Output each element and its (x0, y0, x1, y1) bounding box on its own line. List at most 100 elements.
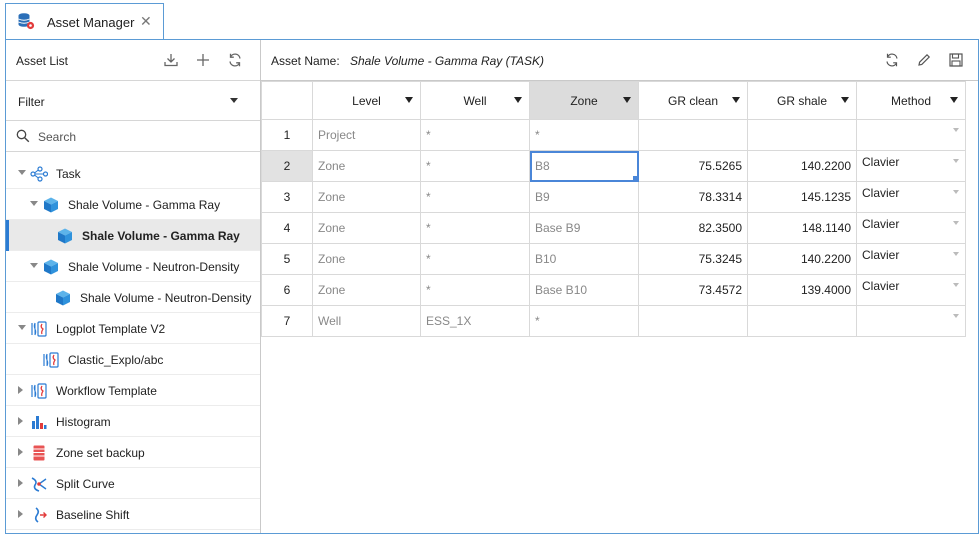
chevron-right-icon[interactable] (18, 510, 23, 518)
cell-gr-clean[interactable]: 73.4572 (638, 274, 748, 306)
cell-zone[interactable]: * (529, 119, 639, 151)
table-row[interactable]: 7 Well ESS_1X * (261, 305, 966, 337)
cell-well[interactable]: * (420, 274, 530, 306)
cell-level[interactable]: Zone (312, 243, 421, 275)
cell-level[interactable]: Project (312, 119, 421, 151)
chevron-down-icon[interactable] (514, 97, 522, 103)
cell-method[interactable] (856, 305, 966, 337)
tree-item[interactable]: Baseline Shift (6, 499, 260, 530)
column-header-level[interactable]: Level (312, 81, 421, 120)
cell-well[interactable]: ESS_1X (420, 305, 530, 337)
refresh-icon[interactable] (884, 52, 900, 68)
tree-item[interactable]: Shale Volume - Gamma Ray (6, 220, 260, 251)
cell-zone[interactable]: B10 (529, 243, 639, 275)
tree-item[interactable]: Zone set backup (6, 437, 260, 468)
search-input[interactable] (38, 127, 253, 147)
tree-item[interactable]: Shale Volume - Neutron-Density (6, 251, 260, 282)
tree-item[interactable]: Histogram (6, 406, 260, 437)
chevron-down-icon[interactable] (953, 252, 959, 256)
cell-level[interactable]: Zone (312, 212, 421, 244)
chevron-down-icon[interactable] (953, 159, 959, 163)
chevron-down-icon[interactable] (953, 128, 959, 132)
chevron-right-icon[interactable] (18, 479, 23, 487)
cell-well[interactable]: * (420, 150, 530, 182)
cell-method[interactable]: Clavier (856, 181, 966, 213)
refresh-icon[interactable] (226, 51, 244, 69)
cell-zone[interactable]: B8 (529, 150, 639, 182)
cell-gr-shale[interactable] (747, 305, 857, 337)
chevron-right-icon[interactable] (18, 448, 23, 456)
chevron-right-icon[interactable] (18, 417, 23, 425)
chevron-down-icon[interactable] (953, 221, 959, 225)
column-header-gr-clean[interactable]: GR clean (638, 81, 748, 120)
tree-item[interactable]: Task (6, 158, 260, 189)
cell-well[interactable]: * (420, 243, 530, 275)
cell-gr-shale[interactable]: 140.2200 (747, 150, 857, 182)
table-row[interactable]: 1 Project * * (261, 119, 966, 151)
cell-method[interactable]: Clavier (856, 243, 966, 275)
cell-gr-shale[interactable]: 145.1235 (747, 181, 857, 213)
tree-item[interactable]: Clastic_Explo/abc (6, 344, 260, 375)
cell-gr-clean[interactable] (638, 305, 748, 337)
close-icon[interactable]: ✕ (140, 13, 152, 30)
table-row[interactable]: 4 Zone * Base B9 82.3500 148.1140 Clavier (261, 212, 966, 244)
chevron-down-icon[interactable] (30, 263, 38, 268)
import-icon[interactable] (162, 51, 180, 69)
cell-zone[interactable]: * (529, 305, 639, 337)
table-row[interactable]: 2 Zone * B8 75.5265 140.2200 Clavier (261, 150, 966, 182)
tab-asset-manager[interactable]: Asset Manager ✕ (5, 3, 164, 40)
cell-gr-clean[interactable]: 78.3314 (638, 181, 748, 213)
column-header-well[interactable]: Well (420, 81, 530, 120)
chevron-down-icon[interactable] (30, 201, 38, 206)
chevron-right-icon[interactable] (18, 386, 23, 394)
column-header-gr-shale[interactable]: GR shale (747, 81, 857, 120)
cell-level[interactable]: Well (312, 305, 421, 337)
cell-level[interactable]: Zone (312, 274, 421, 306)
cell-zone[interactable]: Base B9 (529, 212, 639, 244)
table-row[interactable]: 6 Zone * Base B10 73.4572 139.4000 Clavier (261, 274, 966, 306)
table-row[interactable]: 3 Zone * B9 78.3314 145.1235 Clavier (261, 181, 966, 213)
cell-level[interactable]: Zone (312, 181, 421, 213)
tree-item[interactable]: Logplot Template V2 (6, 313, 260, 344)
chevron-down-icon[interactable] (405, 97, 413, 103)
chevron-down-icon[interactable] (732, 97, 740, 103)
cell-gr-clean[interactable] (638, 119, 748, 151)
add-icon[interactable] (194, 51, 212, 69)
cell-well[interactable]: * (420, 119, 530, 151)
cell-gr-shale[interactable]: 140.2200 (747, 243, 857, 275)
cell-method[interactable] (856, 119, 966, 151)
cell-method[interactable]: Clavier (856, 274, 966, 306)
tree-item[interactable]: Split Curve (6, 468, 260, 499)
cell-gr-clean[interactable]: 75.5265 (638, 150, 748, 182)
cell-method[interactable]: Clavier (856, 150, 966, 182)
cell-zone[interactable]: Base B10 (529, 274, 639, 306)
chevron-down-icon[interactable] (950, 97, 958, 103)
tree-item[interactable]: Shale Volume - Gamma Ray (6, 189, 260, 220)
cell-gr-shale[interactable]: 139.4000 (747, 274, 857, 306)
cell-zone[interactable]: B9 (529, 181, 639, 213)
cell-method[interactable]: Clavier (856, 212, 966, 244)
cell-level[interactable]: Zone (312, 150, 421, 182)
chevron-down-icon[interactable] (953, 283, 959, 287)
tree-item[interactable]: Workflow Template (6, 375, 260, 406)
column-header-zone[interactable]: Zone (529, 81, 639, 120)
cell-gr-clean[interactable]: 75.3245 (638, 243, 748, 275)
save-icon[interactable] (948, 52, 964, 68)
edit-icon[interactable] (916, 52, 932, 68)
chevron-down-icon[interactable] (18, 325, 26, 330)
tree-item[interactable]: Shale Volume - Neutron-Density (6, 282, 260, 313)
table-row[interactable]: 5 Zone * B10 75.3245 140.2200 Clavier (261, 243, 966, 275)
cell-gr-shale[interactable] (747, 119, 857, 151)
filter-dropdown[interactable]: Filter (6, 81, 260, 121)
asset-name-label: Asset Name: (271, 54, 340, 68)
cell-well[interactable]: * (420, 212, 530, 244)
cell-well[interactable]: * (420, 181, 530, 213)
chevron-down-icon[interactable] (953, 190, 959, 194)
chevron-down-icon[interactable] (953, 314, 959, 318)
chevron-down-icon[interactable] (623, 97, 631, 103)
chevron-down-icon[interactable] (841, 97, 849, 103)
cell-gr-shale[interactable]: 148.1140 (747, 212, 857, 244)
cell-gr-clean[interactable]: 82.3500 (638, 212, 748, 244)
column-header-method[interactable]: Method (856, 81, 966, 120)
chevron-down-icon[interactable] (18, 170, 26, 175)
